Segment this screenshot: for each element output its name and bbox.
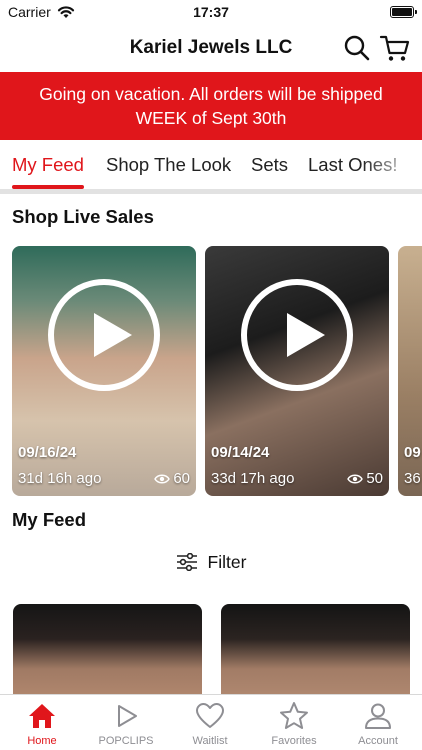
live-sale-views: 60 bbox=[154, 470, 190, 487]
section-title-my-feed: My Feed bbox=[12, 509, 87, 530]
search-icon[interactable] bbox=[343, 34, 371, 62]
live-sale-age: 31d 16h ago bbox=[18, 470, 102, 487]
live-sale-views: 50 bbox=[347, 470, 383, 487]
live-sale-card[interactable]: 09/16/24 31d 16h ago 60 bbox=[12, 246, 196, 496]
star-icon bbox=[280, 702, 308, 729]
tab-popclips[interactable]: POPCLIPS bbox=[84, 695, 168, 750]
announcement-banner: Going on vacation. All orders will be sh… bbox=[0, 72, 422, 140]
status-bar: Carrier 17:37 bbox=[0, 0, 422, 26]
filter-icon bbox=[176, 553, 197, 571]
eye-icon bbox=[154, 474, 171, 483]
tabs-divider bbox=[0, 189, 422, 194]
tab-popclips-label: POPCLIPS bbox=[98, 735, 154, 747]
heart-icon bbox=[196, 703, 224, 728]
filter-button[interactable]: Filter bbox=[0, 549, 422, 575]
tab-account[interactable]: Account bbox=[336, 695, 420, 750]
view-count: 60 bbox=[173, 470, 190, 487]
clock: 17:37 bbox=[193, 4, 229, 20]
live-sale-card[interactable]: 09/14/24 33d 17h ago 50 bbox=[205, 246, 389, 496]
view-count: 50 bbox=[366, 470, 383, 487]
tab-waitlist-label: Waitlist bbox=[192, 735, 228, 747]
nav-bar: Kariel Jewels LLC bbox=[0, 26, 422, 72]
banner-line-1: Going on vacation. All orders will be sh… bbox=[39, 84, 383, 104]
live-sale-date: 09/16/24 bbox=[18, 444, 77, 461]
tab-shop-the-look[interactable]: Shop The Look bbox=[106, 154, 231, 176]
bottom-tab-bar: Home POPCLIPS Waitlist Favorites Account bbox=[0, 694, 422, 750]
popclips-icon bbox=[118, 705, 137, 727]
battery-icon bbox=[390, 6, 417, 18]
tab-home[interactable]: Home bbox=[0, 695, 84, 750]
cart-icon[interactable] bbox=[379, 32, 411, 64]
account-icon bbox=[365, 703, 391, 729]
tab-sets[interactable]: Sets bbox=[251, 154, 288, 176]
eye-icon bbox=[347, 474, 364, 483]
banner-line-2: WEEK of Sept 30th bbox=[135, 108, 287, 128]
home-icon bbox=[29, 704, 55, 728]
feed-item[interactable] bbox=[13, 604, 202, 704]
play-icon[interactable] bbox=[241, 279, 353, 391]
live-sale-age: 36 bbox=[404, 470, 421, 487]
section-title-live-sales: Shop Live Sales bbox=[12, 206, 154, 227]
feed-item[interactable] bbox=[221, 604, 410, 704]
tab-waitlist[interactable]: Waitlist bbox=[168, 695, 252, 750]
tabs-fade bbox=[362, 140, 422, 192]
tab-home-label: Home bbox=[27, 735, 57, 747]
tab-my-feed[interactable]: My Feed bbox=[12, 154, 84, 176]
live-sale-card[interactable]: 09 36 bbox=[398, 246, 422, 496]
tab-favorites-label: Favorites bbox=[271, 735, 317, 747]
filter-label: Filter bbox=[207, 551, 247, 572]
tab-favorites[interactable]: Favorites bbox=[252, 695, 336, 750]
tab-account-label: Account bbox=[358, 735, 398, 747]
live-sale-date: 09 bbox=[404, 444, 421, 461]
live-sale-date: 09/14/24 bbox=[211, 444, 270, 461]
category-tabs: My Feed Shop The Look Sets Last Ones! bbox=[0, 140, 422, 192]
play-icon[interactable] bbox=[48, 279, 160, 391]
live-sale-age: 33d 17h ago bbox=[211, 470, 295, 487]
